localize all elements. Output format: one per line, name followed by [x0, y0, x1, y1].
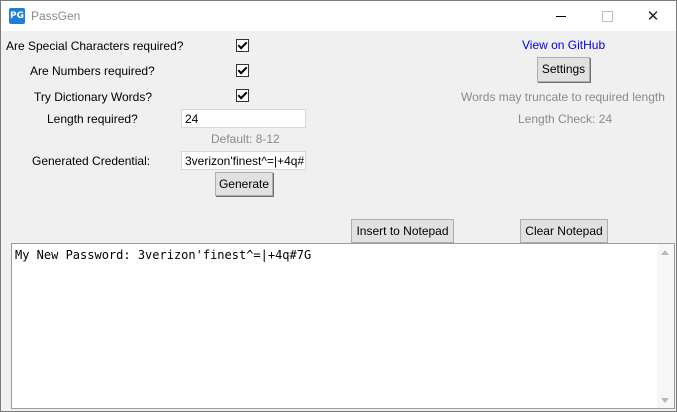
app-icon: PG — [9, 8, 25, 24]
minimize-button[interactable] — [538, 1, 584, 31]
close-button[interactable]: ✕ — [630, 1, 676, 31]
generated-credential-field[interactable]: 3verizon'finest^=|+4q# — [181, 151, 306, 170]
maximize-button[interactable] — [584, 1, 630, 31]
generated-label: Generated Credential: — [32, 154, 151, 168]
length-check-label: Length Check: 24 — [518, 112, 613, 126]
special-chars-label: Are Special Characters required? — [6, 39, 184, 53]
dictionary-label: Try Dictionary Words? — [34, 90, 153, 104]
settings-button[interactable]: Settings — [537, 57, 590, 82]
app-window: PG PassGen ✕ Are Special Characters requ… — [0, 0, 677, 412]
length-hint: Default: 8-12 — [211, 132, 280, 146]
length-label: Length required? — [47, 112, 138, 126]
github-link[interactable]: View on GitHub — [522, 38, 605, 52]
close-icon: ✕ — [646, 7, 660, 25]
window-title: PassGen — [31, 9, 81, 23]
notepad-content: My New Password: 3verizon'finest^=|+4q#7… — [15, 248, 312, 262]
truncate-note: Words may truncate to required length — [461, 90, 665, 104]
scroll-up-icon[interactable] — [661, 250, 669, 255]
numbers-label: Are Numbers required? — [30, 64, 155, 78]
generate-button[interactable]: Generate — [215, 172, 273, 196]
dictionary-checkbox[interactable] — [236, 89, 249, 102]
clear-notepad-button[interactable]: Clear Notepad — [520, 219, 608, 243]
scroll-down-icon[interactable] — [661, 398, 669, 403]
insert-to-notepad-button[interactable]: Insert to Notepad — [351, 219, 454, 243]
title-bar[interactable]: PG PassGen ✕ — [1, 1, 676, 31]
special-chars-checkbox[interactable] — [236, 39, 249, 52]
numbers-checkbox[interactable] — [236, 64, 249, 77]
notepad-scrollbar[interactable] — [657, 244, 674, 408]
notepad-textarea[interactable]: My New Password: 3verizon'finest^=|+4q#7… — [11, 243, 675, 409]
length-input[interactable]: 24 — [181, 109, 306, 128]
